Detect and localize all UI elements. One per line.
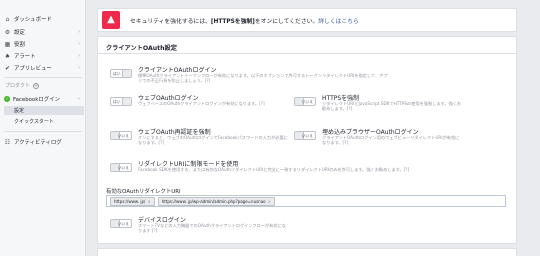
divider — [4, 131, 82, 132]
toggle-label: はい — [113, 70, 121, 76]
divider — [98, 53, 516, 54]
sidebar-item-label: Facebookログイン — [13, 97, 60, 103]
products-section-label: プロダクト + — [5, 82, 40, 89]
sidebar-item-settings[interactable]: ⚙ 設定 › — [4, 27, 84, 37]
check-icon: ✓ — [4, 96, 10, 102]
remove-uri-icon[interactable]: × — [268, 199, 271, 204]
sidebar-subitem-quickstart[interactable]: クイックスタート — [10, 117, 84, 126]
alert-text: をオンにしてください。 — [254, 18, 319, 25]
toggle-knob — [122, 70, 131, 77]
client-oauth-login-toggle[interactable]: はい — [110, 69, 132, 78]
strict-mode-toggle[interactable]: いいえ — [110, 163, 132, 172]
setting-description: オンにすると、ウェブのOAuthログインでFacebookパスワードの入力が必要… — [138, 135, 288, 146]
uri-text: https://www. jp/wp-admin/admin.php?page=… — [161, 198, 266, 204]
sidebar-item-dashboard[interactable]: ⌂ ダッシュボード — [4, 14, 84, 24]
divider — [4, 77, 82, 78]
chevron-right-icon: › — [78, 29, 80, 35]
uri-text: https://www. jp/ — [114, 198, 146, 204]
remove-uri-icon[interactable]: × — [147, 199, 150, 204]
sidebar-item-label: アプリレビュー — [14, 66, 52, 72]
toggle-label: いいえ — [117, 132, 129, 138]
sidebar-item-label: 役割 — [14, 42, 25, 48]
bell-icon: ♠ — [4, 52, 11, 60]
toggle-label: いいえ — [301, 98, 313, 104]
chevron-right-icon: › — [78, 41, 80, 47]
toggle-label: はい — [113, 98, 121, 104]
device-login-toggle[interactable]: いいえ — [110, 219, 132, 228]
enforce-https-toggle[interactable]: いいえ — [294, 97, 316, 106]
sidebar-item-label: 設定 — [14, 30, 25, 36]
chevron-right-icon: › — [78, 65, 80, 71]
sidebar-item-facebook-login[interactable]: ✓ Facebookログイン › — [4, 94, 84, 104]
sidebar-item-label: アクティビティログ — [14, 140, 62, 146]
learn-more-link[interactable]: 詳しくはこちら — [318, 19, 359, 25]
gear-icon: ⚙ — [4, 28, 11, 36]
roles-icon: ▦ — [4, 40, 11, 48]
toggle-label: いいえ — [117, 220, 129, 226]
sidebar-item-activity-log[interactable]: ☷ アクティビティログ — [4, 137, 84, 147]
add-product-icon[interactable]: + — [33, 82, 40, 89]
setting-description: リダイレクトURIとJavaScript SDKでHTTPSの使用を強制します。… — [322, 101, 462, 112]
toggle-label: いいえ — [301, 132, 313, 138]
sidebar: ⌂ ダッシュボード ⚙ 設定 › ▦ 役割 › ♠ アラート › ✔ アプリレビ… — [0, 0, 86, 256]
warning-icon: ▲ — [102, 11, 120, 29]
alert-bold: [HTTPSを強制] — [210, 18, 255, 25]
valid-oauth-redirect-uris-label: 有効なOAuthリダイレクトURI — [106, 189, 181, 195]
chevron-right-icon: › — [78, 53, 80, 59]
next-panel — [97, 248, 517, 256]
toggle-label: いいえ — [117, 164, 129, 170]
sidebar-item-app-review[interactable]: ✔ アプリレビュー › — [4, 63, 84, 73]
sidebar-item-label: ダッシュボード — [14, 17, 52, 23]
uri-chip: https://www. jp/× — [110, 196, 155, 206]
home-icon: ⌂ — [5, 15, 10, 23]
alert-message: セキュリティを強化するには、[HTTPSを強制]をオンにしてください。詳しくはこ… — [130, 16, 359, 25]
valid-oauth-redirect-uris-input[interactable]: https://www. jp/× https://www. jp/wp-adm… — [106, 195, 506, 207]
setting-description: スマートTVなどの入力機器でのOAuthクライアントログインフローが有効になりま… — [138, 223, 286, 234]
oauth-settings-panel: クライアントOAuth設定 はい クライアントOAuthログイン 標準OAuth… — [97, 36, 517, 244]
force-reauth-toggle[interactable]: いいえ — [110, 131, 132, 140]
panel-title: クライアントOAuth設定 — [106, 45, 177, 52]
web-oauth-login-toggle[interactable]: はい — [110, 97, 132, 106]
alert-text: セキュリティを強化するには、 — [130, 18, 211, 25]
sidebar-item-roles[interactable]: ▦ 役割 › — [4, 39, 84, 49]
setting-description: クライアントOAuthログイン用のウェブビューリダイレクトURIが有効になります… — [322, 135, 460, 146]
embedded-browser-oauth-toggle[interactable]: いいえ — [294, 131, 316, 140]
uri-chip: https://www. jp/wp-admin/admin.php?page=… — [157, 196, 275, 206]
sidebar-subitem-settings[interactable]: 設定 — [4, 106, 84, 115]
chevron-down-icon: › — [78, 96, 80, 102]
setting-description: ウェブベースのOAuthクライアントログインが有効になります。[?] — [138, 101, 265, 106]
products-label: プロダクト — [5, 83, 31, 89]
setting-description: Facebook SDKを使用する、または有効なOAuthリダイレクトURIと完… — [138, 167, 410, 172]
check-circle-icon: ✔ — [4, 64, 11, 72]
sidebar-item-label: アラート — [14, 54, 36, 60]
security-alert: ▲ セキュリティを強化するには、[HTTPSを強制]をオンにしてください。詳しく… — [97, 8, 517, 32]
sidebar-item-alerts[interactable]: ♠ アラート › — [4, 51, 84, 61]
toggle-knob — [122, 98, 131, 105]
setting-description: 標準OAuthクライアントトークンフローが有効になります。以下のオプションで許可… — [138, 73, 388, 84]
list-icon: ☷ — [4, 138, 11, 146]
